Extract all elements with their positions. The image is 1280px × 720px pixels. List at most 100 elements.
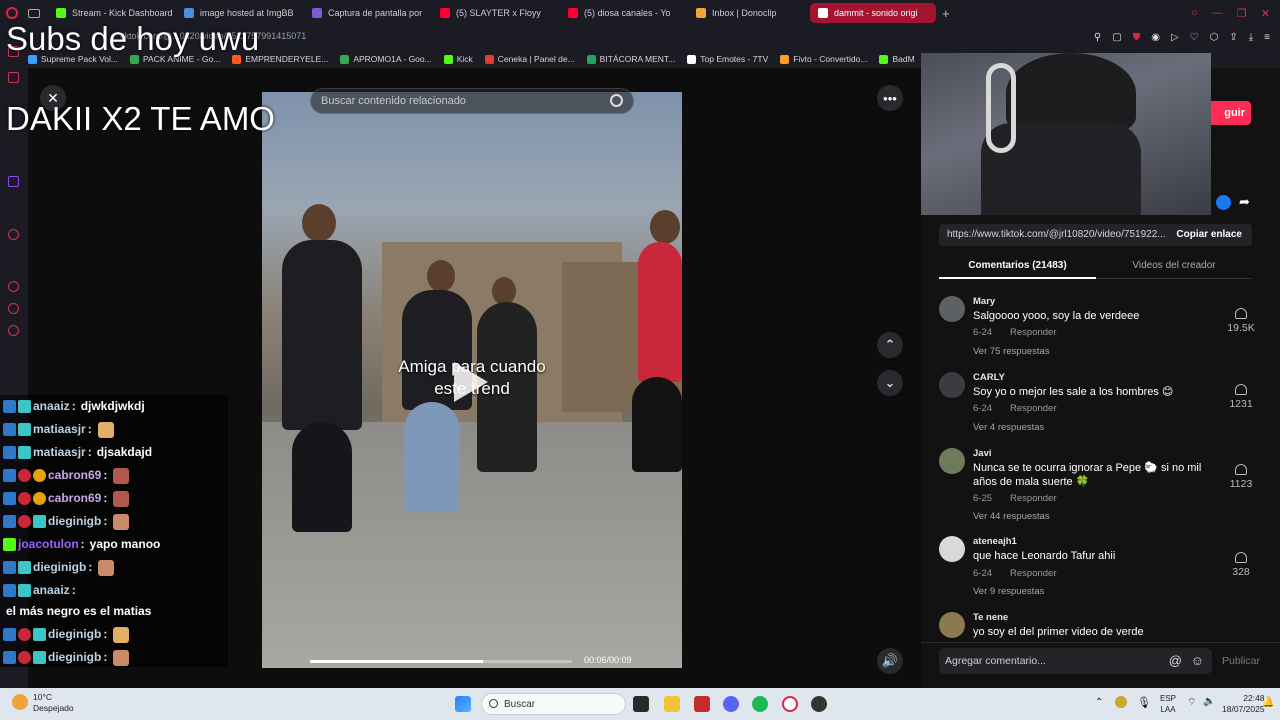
video-link-text[interactable]: https://www.tiktok.com/@jrl10820/video/7… bbox=[947, 229, 1167, 240]
video-progress-bar[interactable] bbox=[310, 660, 572, 663]
speaker-icon[interactable]: 🔈 bbox=[1203, 696, 1215, 707]
bookmark-badm[interactable]: BadM bbox=[879, 54, 915, 64]
history-icon[interactable] bbox=[8, 281, 19, 292]
emoji-icon[interactable]: ☺ bbox=[1191, 653, 1204, 668]
comment-author[interactable]: Te nene bbox=[973, 612, 1008, 623]
reply-button[interactable]: Responder bbox=[1010, 493, 1056, 504]
avatar[interactable] bbox=[939, 448, 965, 474]
notifications-icon[interactable]: 🔔 bbox=[1262, 697, 1274, 708]
publish-button[interactable]: Publicar bbox=[1222, 655, 1260, 667]
related-search-input[interactable]: Buscar contenido relacionado bbox=[310, 88, 634, 114]
snapshot-icon[interactable]: ▢ bbox=[1112, 32, 1121, 43]
microphone-icon[interactable]: 🎙 bbox=[1137, 696, 1151, 709]
search-tabs-icon[interactable]: ○ bbox=[1191, 7, 1198, 20]
menu-icon[interactable]: ≡ bbox=[1264, 32, 1270, 43]
tray-expand-icon[interactable]: ⌃ bbox=[1095, 697, 1103, 708]
task-view-icon[interactable] bbox=[633, 696, 649, 712]
reply-button[interactable]: Responder bbox=[1010, 327, 1056, 338]
opera-taskbar-icon[interactable] bbox=[782, 696, 798, 712]
player-sidebar-icon[interactable] bbox=[8, 229, 19, 240]
view-replies-button[interactable]: Ver 75 respuestas bbox=[973, 346, 1050, 357]
gift-badge-icon bbox=[18, 584, 31, 597]
player-icon[interactable]: ▷ bbox=[1171, 32, 1179, 43]
next-video-icon[interactable]: ⌄ bbox=[877, 370, 903, 396]
tab-donoclip[interactable]: Inbox | Donoclip bbox=[688, 3, 810, 23]
comment-author[interactable]: CARLY bbox=[973, 372, 1005, 383]
chat-emote-icon bbox=[113, 467, 130, 484]
network-icon[interactable]: ⌔ bbox=[1187, 696, 1196, 709]
tray-app-icon[interactable] bbox=[1115, 696, 1127, 708]
comment-author[interactable]: Javi bbox=[973, 448, 992, 459]
share-arrow-icon[interactable]: ➦ bbox=[1239, 194, 1250, 210]
previous-video-icon[interactable]: ⌃ bbox=[877, 332, 903, 358]
copy-link-button[interactable]: Copiar enlace bbox=[1176, 229, 1242, 240]
weather-icon[interactable] bbox=[12, 694, 28, 710]
bookmark-fivto[interactable]: Fivto - Convertido... bbox=[780, 54, 867, 64]
mention-icon[interactable]: @ bbox=[1169, 653, 1182, 668]
share-icon[interactable]: ⇪ bbox=[1229, 32, 1237, 43]
view-replies-button[interactable]: Ver 4 respuestas bbox=[973, 422, 1044, 433]
avatar[interactable] bbox=[939, 612, 965, 638]
heart-icon[interactable]: ♡ bbox=[1190, 32, 1199, 43]
download-icon[interactable]: ⤓ bbox=[1249, 32, 1253, 43]
extensions-sidebar-icon[interactable] bbox=[8, 303, 19, 314]
taskbar-search-input[interactable]: Buscar bbox=[481, 693, 626, 715]
ceneka-icon bbox=[484, 54, 494, 64]
minimize-icon[interactable]: — bbox=[1212, 7, 1223, 20]
windows-start-icon[interactable] bbox=[455, 696, 471, 712]
settings-icon[interactable] bbox=[8, 325, 19, 336]
more-options-icon[interactable]: ••• bbox=[877, 85, 903, 111]
like-button[interactable]: 1123 bbox=[1225, 464, 1257, 490]
like-button[interactable]: 19.5K bbox=[1225, 308, 1257, 334]
shield-icon[interactable]: ⛊ bbox=[1133, 32, 1141, 43]
comment-author[interactable]: ateneajh1 bbox=[973, 536, 1017, 547]
vivaldi-icon[interactable] bbox=[694, 696, 710, 712]
tab-tiktok-active[interactable]: dammit - sonido origi bbox=[810, 3, 936, 23]
weather-widget[interactable]: 10°C Despejado bbox=[33, 692, 74, 714]
search-icon[interactable] bbox=[610, 94, 623, 107]
bookmark-7tv[interactable]: Top Emotes - 7TV bbox=[687, 54, 768, 64]
avatar[interactable] bbox=[939, 372, 965, 398]
avatar[interactable] bbox=[939, 296, 965, 322]
like-button[interactable]: 1231 bbox=[1225, 384, 1257, 410]
extensions-icon[interactable]: ⬡ bbox=[1210, 32, 1219, 43]
bookmark-ceneka[interactable]: Ceneka | Panel de... bbox=[484, 54, 575, 64]
taskbar-clock[interactable]: 22:48 18/07/2025 bbox=[1222, 693, 1265, 715]
comment-author[interactable]: Mary bbox=[973, 296, 995, 307]
obs-icon[interactable] bbox=[811, 696, 827, 712]
pin-icon[interactable]: ⚲ bbox=[1094, 32, 1101, 43]
chat-emote-icon bbox=[113, 513, 130, 530]
file-explorer-icon[interactable] bbox=[664, 696, 680, 712]
like-button[interactable]: 328 bbox=[1225, 552, 1257, 578]
add-comment-input[interactable]: Agregar comentario... @ ☺ bbox=[939, 648, 1212, 674]
tab-creator-videos[interactable]: Videos del creador bbox=[1096, 260, 1252, 279]
view-replies-button[interactable]: Ver 44 respuestas bbox=[973, 511, 1050, 522]
opera-logo-icon[interactable] bbox=[6, 7, 18, 19]
discord-icon[interactable] bbox=[723, 696, 739, 712]
tab-youtube-diosa[interactable]: (5) diosa canales - Yo bbox=[560, 3, 688, 23]
bookmark-apromo[interactable]: APROMO1A - Goo... bbox=[340, 54, 432, 64]
avatar[interactable] bbox=[939, 536, 965, 562]
reply-button[interactable]: Responder bbox=[1010, 568, 1056, 579]
volume-icon[interactable]: 🔊 bbox=[877, 648, 903, 674]
maximize-icon[interactable]: ❐ bbox=[1237, 7, 1247, 20]
video-player[interactable]: Amiga para cuando este trend bbox=[262, 92, 682, 668]
view-replies-button[interactable]: Ver 9 respuestas bbox=[973, 586, 1044, 597]
tab-captura[interactable]: Captura de pantalla por bbox=[304, 3, 432, 23]
twitch-icon[interactable] bbox=[8, 176, 19, 187]
tab-comments[interactable]: Comentarios (21483) bbox=[939, 260, 1096, 279]
profile-icon[interactable]: ◉ bbox=[1151, 32, 1160, 43]
tab-youtube-slayter[interactable]: (5) SLAYTER x Floyy bbox=[432, 3, 560, 23]
facebook-share-icon[interactable] bbox=[1216, 195, 1231, 210]
tab-overview-icon[interactable] bbox=[28, 8, 40, 18]
messenger-icon[interactable] bbox=[8, 72, 19, 83]
language-indicator[interactable]: ESP LAA bbox=[1160, 693, 1176, 715]
spotify-icon[interactable] bbox=[752, 696, 768, 712]
streamer-webcam bbox=[921, 53, 1211, 215]
play-icon[interactable] bbox=[454, 362, 488, 402]
bookmark-kick[interactable]: Kick bbox=[443, 54, 473, 64]
bookmark-bitacora[interactable]: BITÁCORA MENT... bbox=[586, 54, 675, 64]
close-window-icon[interactable]: ✕ bbox=[1261, 7, 1270, 20]
reply-button[interactable]: Responder bbox=[1010, 403, 1056, 414]
new-tab-button[interactable]: + bbox=[942, 6, 950, 21]
